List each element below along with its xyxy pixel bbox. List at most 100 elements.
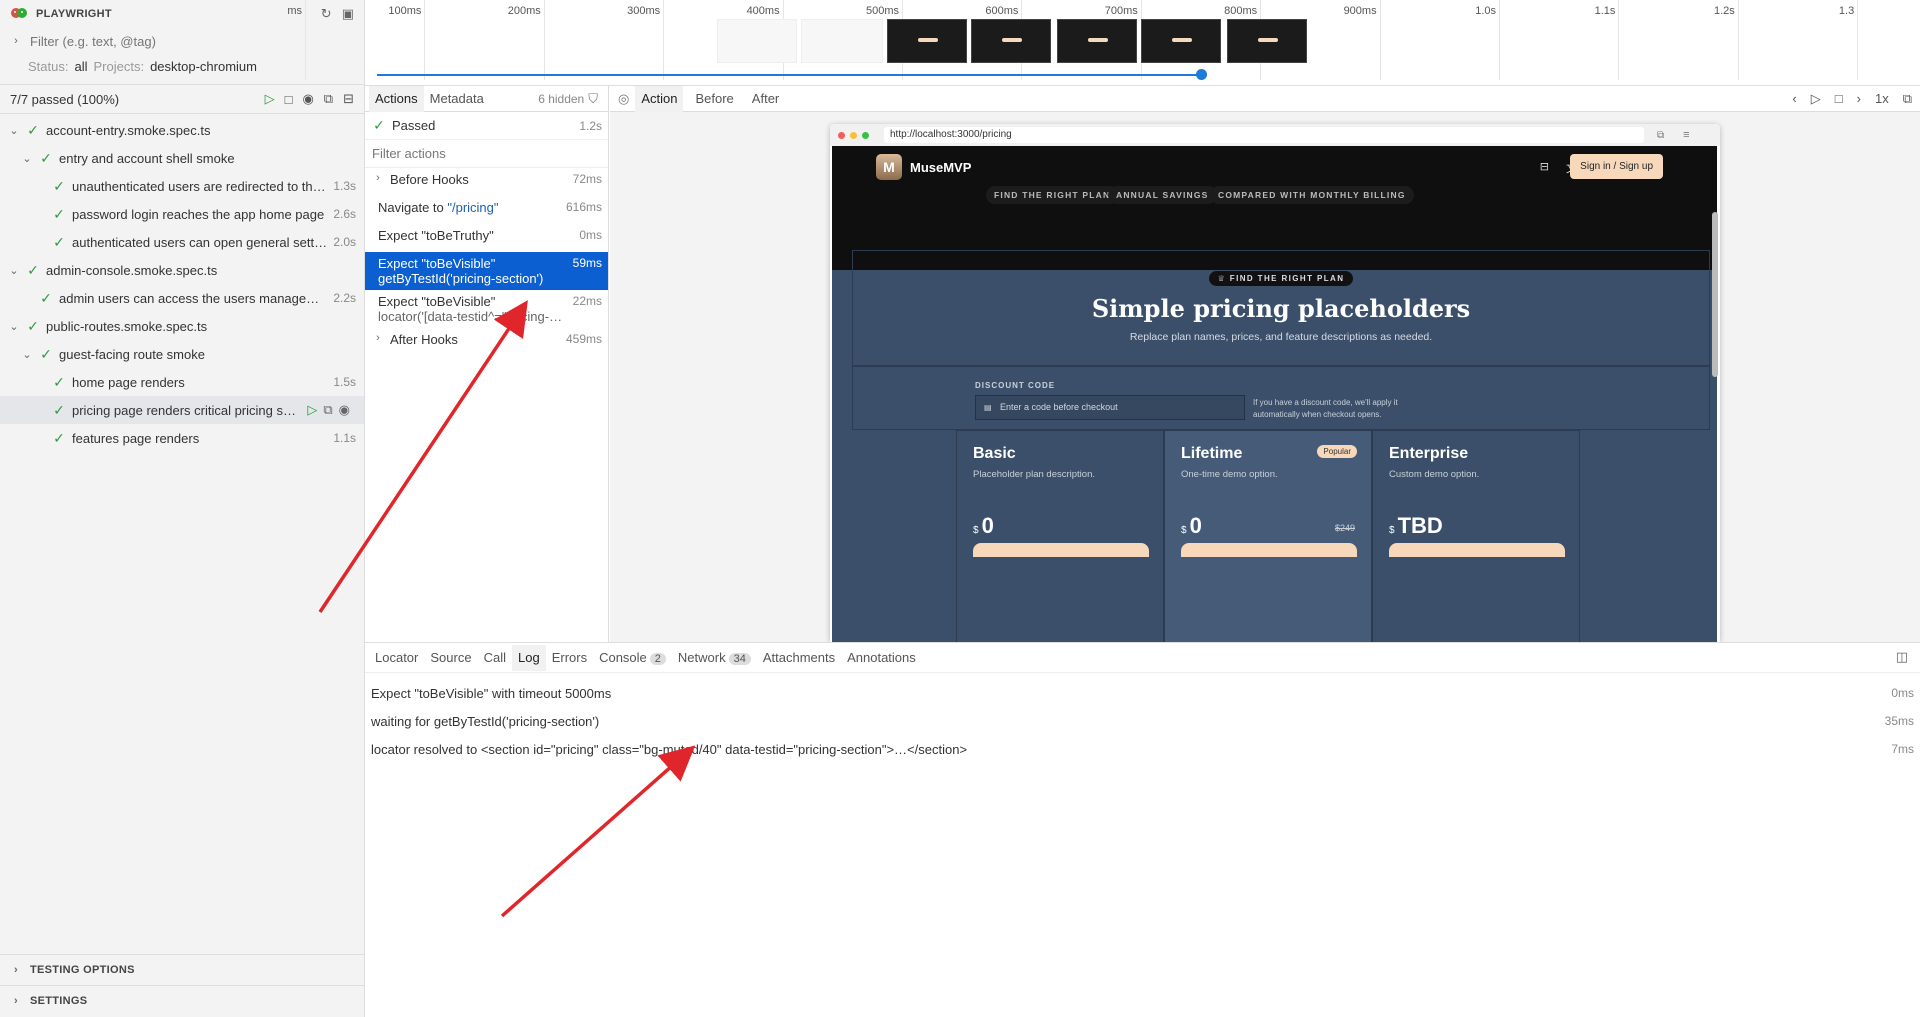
tab-call[interactable]: Call — [478, 645, 512, 671]
tree-item[interactable]: ✓ pricing page renders critical pricing s… — [0, 396, 364, 424]
chevron-right-icon[interactable]: › — [372, 172, 384, 184]
tree-item-duration: 1.5s — [333, 375, 356, 389]
target-icon[interactable]: ◎ — [618, 91, 629, 107]
site-logo: M MuseMVP — [876, 154, 971, 180]
action-item[interactable]: Expect "toBeTruthy" 0ms — [365, 224, 608, 252]
test-sidebar: PLAYWRIGHT ↻ ▣ › Status: all Projects: d… — [0, 0, 365, 1017]
tab-after[interactable]: After — [746, 86, 785, 112]
projects-label: Projects: — [93, 58, 145, 74]
plan-currency: $ — [1181, 525, 1187, 536]
action-label: After Hooks — [390, 332, 458, 347]
tab-label: Errors — [551, 649, 588, 665]
tab-console[interactable]: Console 2 — [593, 645, 672, 671]
action-item[interactable]: Expect "toBeVisible" getByTestId('pricing… — [365, 252, 608, 290]
tab-label: Network — [677, 649, 726, 665]
tab-action[interactable]: Action — [635, 85, 684, 112]
close-dot — [838, 131, 845, 139]
projects-value[interactable]: desktop-chromium — [150, 59, 257, 74]
tree-item[interactable]: ⌄ ✓ public-routes.smoke.spec.ts — [0, 312, 364, 340]
chevron-down-icon[interactable]: ⌄ — [8, 264, 20, 277]
expand-icon[interactable]: ⊟ — [343, 91, 354, 107]
zoom-level[interactable]: 1x — [1875, 91, 1889, 106]
open-external-icon[interactable]: ⧉ — [1903, 91, 1912, 107]
testing-options-section[interactable]: › TESTING OPTIONS — [0, 954, 365, 985]
chevron-right-icon[interactable]: › — [372, 332, 384, 344]
chevron-down-icon[interactable]: ⌄ — [21, 152, 33, 165]
tree-item[interactable]: ✓ features page renders 1.1s — [0, 424, 364, 452]
check-icon: ✓ — [27, 261, 39, 278]
menu-icon[interactable]: ≡ — [1683, 129, 1689, 141]
tab-actions[interactable]: Actions — [369, 85, 424, 112]
tree-item[interactable]: ✓ password login reaches the app home pag… — [0, 200, 364, 228]
tree-item[interactable]: ⌄ ✓ account-entry.smoke.spec.ts — [0, 116, 364, 144]
chevron-down-icon[interactable]: ⌄ — [21, 348, 33, 361]
tab-source[interactable]: Source — [424, 645, 477, 671]
collapse-icon[interactable]: ⧉ — [324, 91, 333, 107]
watch-icon[interactable]: ◉ — [302, 91, 313, 107]
check-icon: ✓ — [40, 345, 52, 362]
chevron-down-icon[interactable]: ⌄ — [8, 124, 20, 137]
plan-price: $0 — [973, 513, 994, 539]
passed-summary-bar: 7/7 passed (100%) ▷ □ ◉ ⧉ ⊟ — [0, 84, 364, 114]
watch-icon[interactable]: ◉ — [339, 402, 350, 418]
action-item[interactable]: Navigate to "/pricing" 616ms — [365, 196, 608, 224]
filter-actions-input[interactable]: Filter actions — [365, 140, 608, 168]
url-bar: http://localhost:3000/pricing — [884, 127, 1644, 143]
check-icon: ✓ — [53, 205, 65, 222]
tree-item[interactable]: ✓ admin users can access the users manage… — [0, 284, 364, 312]
terminal-icon[interactable]: ▣ — [342, 6, 354, 22]
play-icon[interactable]: ▷ — [1811, 91, 1821, 107]
tab-errors[interactable]: Errors — [546, 645, 593, 671]
tab-metadata[interactable]: Metadata — [424, 86, 490, 112]
action-item[interactable]: › Before Hooks 72ms — [365, 168, 608, 196]
page-snapshot: M MuseMVP ⊟ 文 Sign in / Sign up FIND THE… — [832, 146, 1717, 642]
filmstrip-frame — [717, 19, 797, 63]
run-test-icon[interactable]: ▷ — [307, 402, 317, 418]
hidden-count[interactable]: 6 hidden — [538, 92, 588, 106]
reload-icon[interactable]: ↻ — [321, 6, 332, 22]
filter-icon[interactable]: ⛉ — [588, 91, 604, 107]
copy-icon[interactable]: ⧉ — [1657, 130, 1664, 141]
check-icon: ✓ — [53, 401, 65, 418]
tab-annotations[interactable]: Annotations — [841, 645, 922, 671]
tab-before[interactable]: Before — [689, 86, 739, 112]
next-icon[interactable]: › — [1857, 91, 1861, 106]
tab-log[interactable]: Log — [511, 644, 546, 671]
tab-locator[interactable]: Locator — [369, 645, 424, 671]
action-text: Navigate to "/pricing" — [378, 200, 560, 215]
stop-icon[interactable]: □ — [1835, 91, 1843, 106]
action-item[interactable]: › After Hooks 459ms — [365, 328, 608, 356]
tree-item[interactable]: ⌄ ✓ admin-console.smoke.spec.ts — [0, 256, 364, 284]
test-filter-input[interactable] — [30, 33, 330, 49]
tab-attachments[interactable]: Attachments — [757, 645, 841, 671]
action-item[interactable]: Expect "toBeVisible" locator('[data-testi… — [365, 290, 608, 328]
chevron-down-icon[interactable]: ⌄ — [8, 320, 20, 333]
tree-item[interactable]: ⌄ ✓ guest-facing route smoke — [0, 340, 364, 368]
open-trace-icon[interactable]: ⧉ — [323, 402, 332, 418]
check-icon: ✓ — [53, 373, 65, 390]
tree-item[interactable]: ⌄ ✓ entry and account shell smoke — [0, 144, 364, 172]
stop-icon[interactable]: □ — [285, 92, 293, 107]
timeline-handle[interactable] — [1196, 69, 1207, 80]
timeline-tick: 900ms — [1344, 0, 1381, 80]
check-icon: ✓ — [53, 233, 65, 250]
status-label: Status: — [28, 58, 69, 74]
settings-section[interactable]: › SETTINGS — [0, 985, 365, 1016]
action-link[interactable]: "/pricing" — [447, 200, 498, 215]
status-value[interactable]: all — [74, 59, 87, 74]
tree-item[interactable]: ✓ home page renders 1.5s — [0, 368, 364, 396]
tree-item[interactable]: ✓ authenticated users can open general se… — [0, 228, 364, 256]
chevron-right-icon[interactable]: › — [10, 35, 22, 47]
prev-icon[interactable]: ‹ — [1792, 91, 1796, 106]
snapshot-scrollbar[interactable] — [1712, 212, 1718, 377]
action-text: Expect "toBeVisible" getByTestId('pricing… — [378, 256, 567, 286]
run-all-icon[interactable]: ▷ — [265, 91, 275, 107]
dock-icon[interactable]: ◫ — [1896, 649, 1908, 665]
tree-item[interactable]: ✓ unauthenticated users are redirected to… — [0, 172, 364, 200]
passed-status: ✓ Passed 1.2s — [365, 112, 608, 140]
testing-options-label: TESTING OPTIONS — [30, 964, 135, 976]
log-entry: locator resolved to <section id="pricing… — [365, 735, 1920, 763]
tab-network[interactable]: Network 34 — [672, 645, 757, 671]
timeline-tick: ms — [287, 0, 306, 80]
timeline[interactable]: ms 100ms 200ms 300ms 400ms 500ms 600ms 700ms 800… — [287, 0, 1920, 86]
